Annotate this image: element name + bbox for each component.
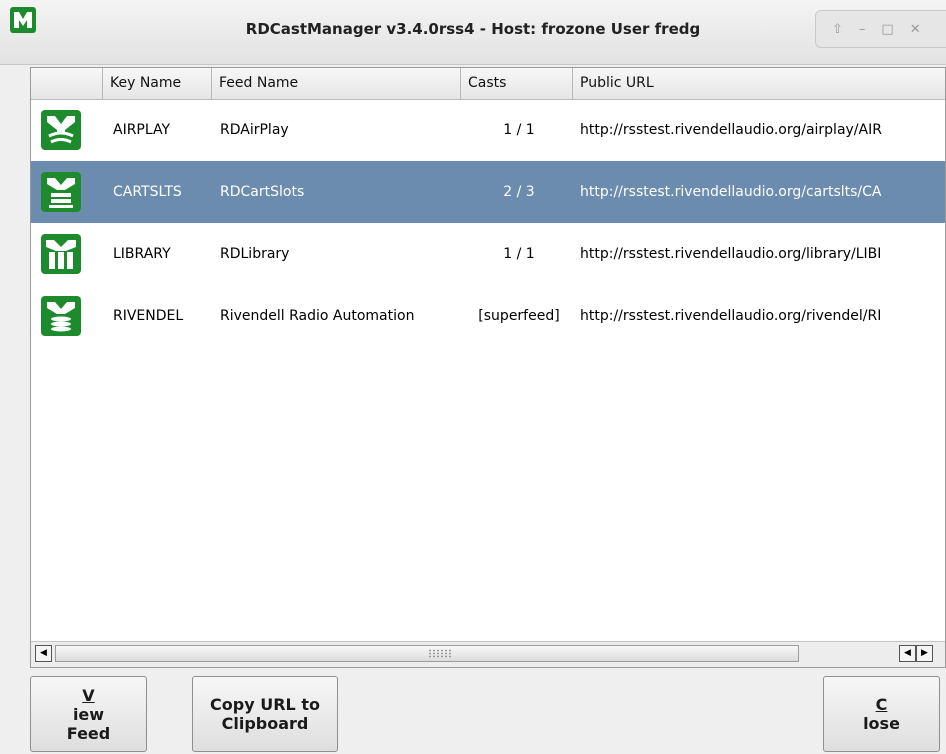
scrollbar-thumb[interactable]: [55, 645, 799, 662]
shade-icon[interactable]: ⇧: [832, 22, 843, 37]
key-name-cell: CARTSLTS: [113, 184, 182, 200]
key-name-cell: LIBRARY: [113, 246, 171, 262]
grip-icon: [428, 649, 452, 658]
airplay-feed-icon: [41, 99, 91, 161]
public-url-cell: http://rsstest.rivendellaudio.org/rivend…: [580, 308, 882, 324]
key-name-cell: RIVENDEL: [113, 308, 184, 324]
copy-url-label-1: Copy URL to: [210, 695, 320, 714]
public-url-cell: http://rsstest.rivendellaudio.org/cartsl…: [580, 184, 882, 200]
view-feed-button[interactable]: View Feed: [30, 676, 147, 752]
copy-url-button[interactable]: Copy URL to Clipboard: [192, 676, 338, 752]
key-name-cell: AIRPLAY: [113, 122, 171, 138]
close-label: lose: [863, 714, 900, 733]
scroll-left-button[interactable]: ◀: [35, 645, 52, 662]
feed-name-cell: RDLibrary: [220, 246, 290, 262]
column-header-feed-name[interactable]: Feed Name: [212, 68, 461, 99]
list-item-selected[interactable]: CARTSLTS RDCartSlots 2 / 3 http://rsstes…: [31, 161, 945, 223]
list-item[interactable]: AIRPLAY RDAirPlay 1 / 1 http://rsstest.r…: [31, 99, 945, 161]
copy-url-label-2: Clipboard: [221, 714, 309, 733]
maximize-icon[interactable]: □: [881, 22, 893, 37]
view-feed-label-2: Feed: [66, 723, 111, 743]
window-controls: ⇧ – □ ✕: [815, 10, 946, 48]
close-mnemonic: C: [875, 695, 888, 714]
feed-name-cell: RDCartSlots: [220, 184, 305, 200]
public-url-cell: http://rsstest.rivendellaudio.org/librar…: [580, 246, 882, 262]
column-header-public-url[interactable]: Public URL: [573, 68, 945, 99]
view-feed-mnemonic: V: [82, 685, 95, 705]
cartslots-feed-icon: [41, 161, 91, 223]
scroll-left-button-secondary[interactable]: ◀: [899, 645, 916, 662]
column-header-casts[interactable]: Casts: [461, 68, 573, 99]
view-feed-label-1: iew: [72, 704, 105, 724]
close-button[interactable]: Close: [823, 676, 940, 752]
horizontal-scrollbar[interactable]: ◀ ◀ ▶: [31, 641, 945, 667]
casts-cell: 2 / 3: [503, 184, 535, 200]
rivendell-feed-icon: [41, 285, 91, 347]
title-bar[interactable]: RDCastManager v3.4.0rss4 - Host: frozone…: [0, 0, 946, 65]
list-item[interactable]: LIBRARY RDLibrary 1 / 1 http://rsstest.r…: [31, 223, 945, 285]
list-item[interactable]: RIVENDEL Rivendell Radio Automation [sup…: [31, 285, 945, 347]
column-header-key-name[interactable]: Key Name: [103, 68, 212, 99]
public-url-cell: http://rsstest.rivendellaudio.org/airpla…: [580, 122, 882, 138]
casts-cell: [superfeed]: [478, 308, 560, 324]
feed-name-cell: Rivendell Radio Automation: [220, 308, 415, 324]
casts-cell: 1 / 1: [503, 122, 535, 138]
feed-list[interactable]: Key Name Feed Name Casts Public URL AIRP…: [30, 67, 946, 668]
close-icon[interactable]: ✕: [910, 22, 921, 37]
casts-cell: 1 / 1: [503, 246, 535, 262]
list-header: Key Name Feed Name Casts Public URL: [31, 68, 945, 100]
feed-name-cell: RDAirPlay: [220, 122, 289, 138]
minimize-icon[interactable]: –: [859, 22, 866, 37]
window-title: RDCastManager v3.4.0rss4 - Host: frozone…: [245, 20, 701, 38]
library-feed-icon: [41, 223, 91, 285]
scroll-right-button[interactable]: ▶: [916, 645, 933, 662]
column-header-icon[interactable]: [31, 68, 103, 99]
